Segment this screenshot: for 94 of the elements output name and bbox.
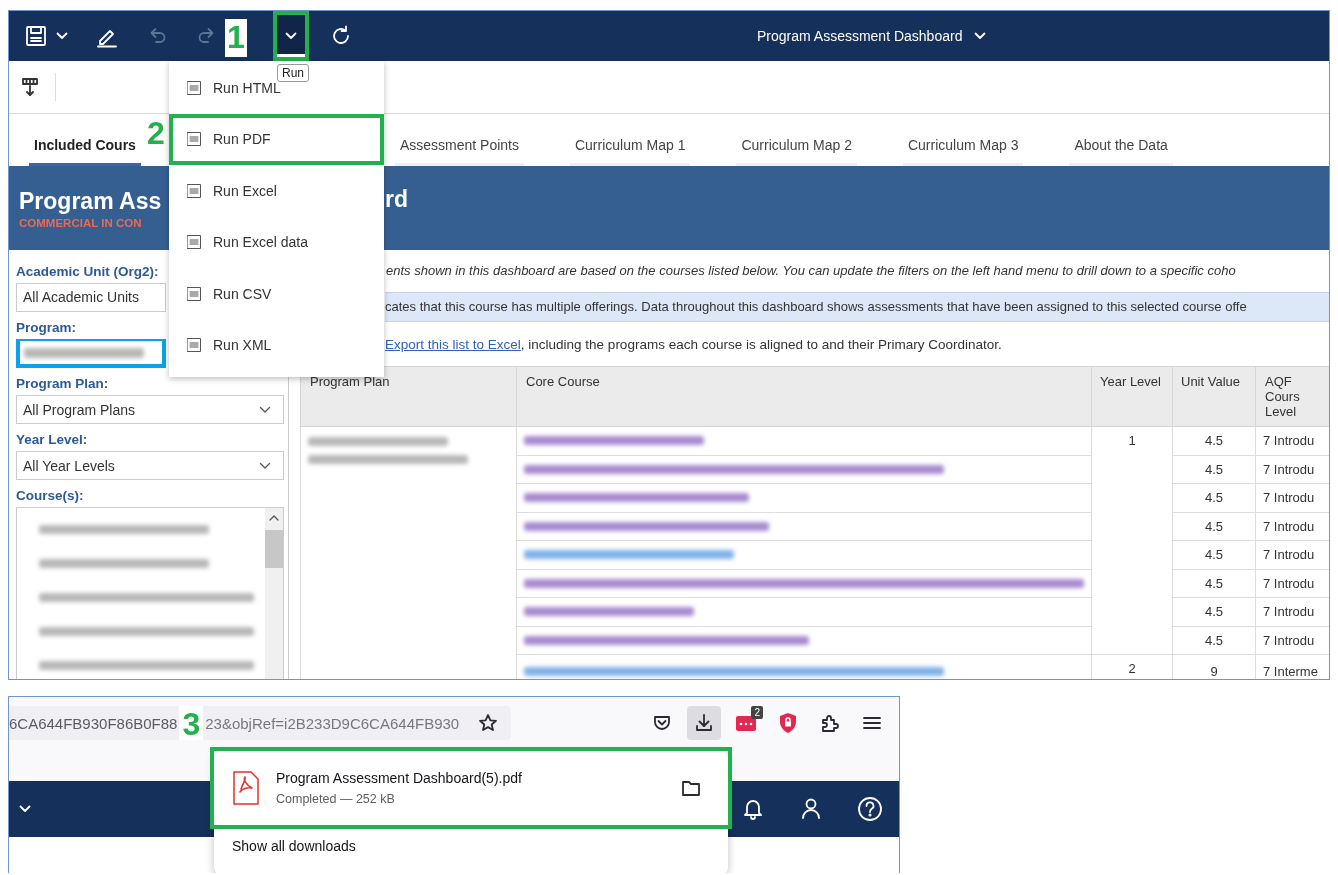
step-number: 3 (179, 706, 204, 740)
filter-label: Course(s): (16, 488, 85, 503)
caret-icon (285, 32, 297, 40)
blurred-link[interactable] (524, 521, 769, 531)
pdf-file-icon (232, 771, 260, 805)
url-text: 6CA644FB930F86B0F88 (9, 714, 178, 732)
run-menu-button[interactable] (273, 11, 309, 61)
column-header: Unit Value (1172, 366, 1256, 427)
classification-label: COMMERCIAL IN CON (19, 216, 143, 229)
download-item[interactable]: Program Assessment Dashboard(5).pdf Completed — 252 kB (220, 757, 722, 819)
tooltip: Run (277, 64, 309, 82)
step-number: 2 (147, 117, 165, 149)
chevron-down-icon (259, 461, 271, 470)
table-cell: 4.5 (1172, 597, 1256, 626)
show-all-downloads-link[interactable]: Show all downloads (220, 828, 368, 864)
column-header: Core Course (516, 366, 1092, 427)
blurred-link[interactable] (524, 493, 749, 503)
table-cell: 4.5 (1172, 512, 1256, 541)
file-icon (187, 286, 201, 301)
dropdown-field[interactable] (16, 338, 166, 369)
chevron-down-icon (259, 405, 271, 414)
blurred-link[interactable] (524, 550, 734, 560)
caret-icon (56, 32, 68, 40)
dashboard-title: Program Ass (19, 187, 163, 215)
file-icon (187, 80, 201, 95)
notification-badge: 2 (751, 706, 763, 719)
scrollbar[interactable] (265, 508, 283, 679)
table-cell: 4.5 (1172, 483, 1256, 512)
caret-icon (974, 32, 987, 40)
table-cell: 1 (1091, 426, 1173, 655)
download-status: Completed — 252 kB (276, 792, 396, 806)
filter-label: Program: (16, 319, 77, 335)
blurred-text[interactable] (39, 592, 254, 602)
url-text: 23&objRef=i2B233D9C6CA644FB930 (205, 714, 460, 732)
help-icon (857, 796, 883, 822)
export-link[interactable]: Export this list to Excel (385, 337, 521, 352)
table-cell: 4.5 (1172, 426, 1256, 455)
download-icon (694, 713, 714, 733)
filter-label: Academic Unit (Org2): (16, 264, 160, 279)
table-cell: 4.5 (1172, 540, 1256, 569)
shield-lock-icon (778, 712, 798, 734)
table-cell: 4.5 (1172, 626, 1256, 655)
dropdown-field[interactable]: All Year Levels (16, 451, 284, 480)
blurred-link[interactable] (524, 578, 1084, 588)
extension-icon (735, 713, 757, 733)
intro-text: ents shown in this dashboard are based on the courses listed below. You can update the filters on the left hand menu to drill down to a specific coho (386, 263, 1237, 278)
user-icon (799, 796, 823, 820)
file-name: Program Assessment Dashboard(5).pdf (276, 770, 522, 786)
step-number: 1 (225, 19, 247, 57)
downloads-button[interactable] (687, 706, 721, 740)
blurred-text[interactable] (39, 558, 209, 568)
blurred-text[interactable] (39, 660, 254, 670)
folder-icon (681, 779, 701, 797)
menu-icon (863, 715, 881, 731)
menu-item[interactable]: Run CSV (169, 268, 384, 320)
save-icon (24, 24, 48, 48)
column-header: AQF Cours Level (1255, 366, 1329, 427)
blurred-link[interactable] (524, 635, 809, 645)
table-arrow-icon (21, 77, 39, 97)
course-list[interactable] (16, 507, 284, 679)
menu-item[interactable]: Run Excel (169, 165, 384, 217)
blurred-link[interactable] (524, 667, 944, 677)
blurred-link[interactable] (524, 436, 704, 446)
star-icon (478, 713, 498, 733)
table-cell: 4.5 (1172, 569, 1256, 598)
file-icon (187, 235, 201, 250)
table-export-button[interactable] (19, 75, 41, 99)
blurred-link[interactable] (524, 464, 944, 474)
puzzle-icon (820, 713, 840, 733)
blurred-link[interactable] (524, 607, 694, 617)
scroll-up-icon (268, 514, 280, 522)
menu-item[interactable]: Run Excel data (169, 216, 384, 268)
blurred-text[interactable] (39, 626, 254, 636)
extension-button[interactable]: 2 (729, 706, 763, 740)
menu-item[interactable]: Run PDF (169, 113, 384, 165)
notice-banner: cates that this course has multiple offerings. Data throughout this dashboard shows assessments that have been assigned to this selected course offe (385, 292, 1329, 322)
caret-icon (19, 805, 31, 813)
chevron-shield-icon (652, 713, 672, 733)
report-title-menu[interactable]: Program Assessment Dashboard (753, 16, 991, 56)
table-cell: 4.5 (1172, 455, 1256, 484)
blurred-text[interactable] (39, 524, 209, 534)
column-header: Year Level (1091, 366, 1173, 427)
filter-label: Year Level: (16, 432, 89, 448)
column-header: Program Plan (300, 366, 517, 427)
dropdown-field[interactable]: All Program Plans (16, 395, 284, 425)
menu-item[interactable]: Run XML (169, 319, 384, 371)
file-icon (187, 132, 201, 147)
scrollbar-thumb[interactable] (265, 530, 283, 568)
dropdown-field[interactable]: All Academic Units (16, 283, 166, 312)
file-icon (187, 338, 201, 353)
export-sentence: Export this list to Excel, including the programs each course is aligned to and their Primary Coordinator. (385, 337, 1003, 352)
filter-label: Program Plan: (16, 376, 110, 392)
file-icon (187, 183, 201, 198)
dashboard-title: rd (385, 185, 408, 213)
